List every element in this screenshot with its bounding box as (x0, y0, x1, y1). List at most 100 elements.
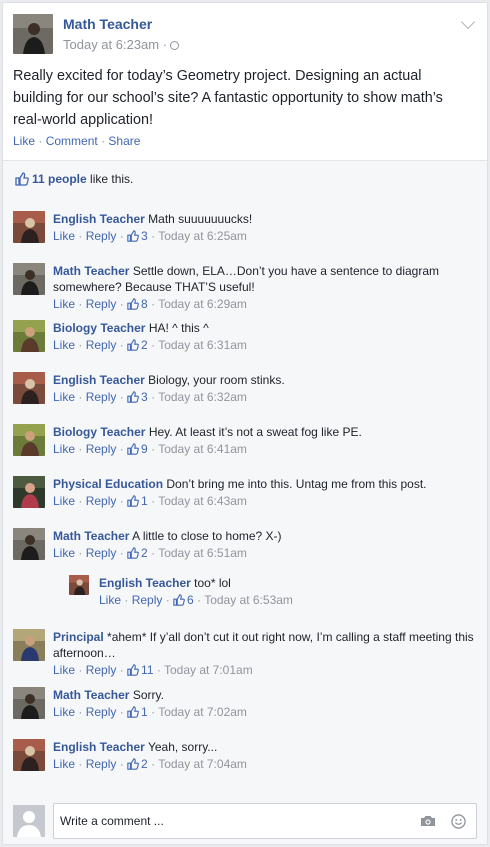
comment-like-button[interactable]: Like (53, 297, 75, 311)
comment-reply-button[interactable]: Reply (86, 442, 117, 456)
likes-count[interactable]: 11 people (32, 172, 87, 186)
post-time-text: Today at 6:23am · (63, 37, 168, 52)
commenter-name[interactable]: English Teacher (53, 212, 145, 226)
comment-likes[interactable]: 2 (127, 338, 148, 352)
comment-content: Principal *ahem* If y’all don’t cut it o… (53, 629, 477, 661)
comment-likes[interactable]: 3 (127, 390, 148, 404)
comment-like-count: 8 (141, 297, 148, 311)
comment-like-button[interactable]: Like (53, 546, 75, 560)
comment-likes[interactable]: 9 (127, 442, 148, 456)
post-timestamp[interactable]: Today at 6:23am · (63, 37, 180, 52)
like-button[interactable]: Like (13, 134, 35, 148)
comment-likes[interactable]: 1 (127, 705, 148, 719)
commenter-avatar[interactable] (13, 211, 45, 243)
comment-like-button[interactable]: Like (53, 229, 75, 243)
commenter-name[interactable]: Biology Teacher (53, 425, 145, 439)
commenter-name[interactable]: Biology Teacher (53, 321, 145, 335)
thumbs-up-icon (127, 298, 139, 310)
comment-like-button[interactable]: Like (53, 494, 75, 508)
commenter-name[interactable]: English Teacher (99, 576, 191, 590)
comment-reply-button[interactable]: Reply (86, 705, 117, 719)
comment-time[interactable]: Today at 7:01am (164, 663, 253, 677)
share-button[interactable]: Share (108, 134, 140, 148)
comment-like-button[interactable]: Like (99, 593, 121, 607)
comment-likes[interactable]: 6 (173, 593, 194, 607)
comment-reply-button[interactable]: Reply (86, 757, 117, 771)
comment-time[interactable]: Today at 7:04am (158, 757, 247, 771)
comment-time[interactable]: Today at 6:53am (204, 593, 293, 607)
thumbs-up-icon (127, 758, 139, 770)
comment-button[interactable]: Comment (46, 134, 98, 148)
comment-time[interactable]: Today at 7:02am (158, 705, 247, 719)
commenter-avatar[interactable] (69, 575, 89, 595)
post-author-avatar[interactable] (13, 14, 53, 54)
comment-input[interactable]: Write a comment ... (53, 803, 477, 839)
comment-time[interactable]: Today at 6:31am (158, 338, 247, 352)
comment-reply-button[interactable]: Reply (86, 663, 117, 677)
commenter-name[interactable]: Math Teacher (53, 688, 129, 702)
commenter-avatar[interactable] (13, 739, 45, 771)
comment-time[interactable]: Today at 6:43am (158, 494, 247, 508)
comment-likes[interactable]: 8 (127, 297, 148, 311)
comment-time[interactable]: Today at 6:41am (158, 442, 247, 456)
comment-like-button[interactable]: Like (53, 663, 75, 677)
comment-text: *ahem* If y’all don’t cut it out right n… (53, 630, 474, 660)
smiley-icon[interactable] (451, 814, 466, 829)
comment-like-button[interactable]: Like (53, 757, 75, 771)
comment-likes[interactable]: 1 (127, 494, 148, 508)
separator: · (38, 134, 46, 148)
commenter-avatar[interactable] (13, 528, 45, 560)
comment-reply-button[interactable]: Reply (86, 338, 117, 352)
comment-like-count: 2 (141, 338, 148, 352)
comment-body: Biology Teacher Hey. At least it’s not a… (53, 424, 477, 458)
commenter-name[interactable]: Physical Education (53, 477, 163, 491)
likes-line: 11 people like this. (15, 172, 133, 186)
comment-text: too* lol (194, 576, 231, 590)
comment-time[interactable]: Today at 6:32am (158, 390, 247, 404)
commenter-avatar[interactable] (13, 424, 45, 456)
comment-reply-button[interactable]: Reply (86, 229, 117, 243)
comment-likes[interactable]: 3 (127, 229, 148, 243)
commenter-name[interactable]: Principal (53, 630, 104, 644)
commenter-name[interactable]: English Teacher (53, 373, 145, 387)
comment-reply-button[interactable]: Reply (86, 494, 117, 508)
comment-likes[interactable]: 11 (127, 663, 154, 677)
comment-reply-button[interactable]: Reply (86, 546, 117, 560)
comment-like-button[interactable]: Like (53, 390, 75, 404)
commenter-name[interactable]: Math Teacher (53, 529, 129, 543)
camera-icon[interactable] (420, 815, 436, 827)
comment-likes[interactable]: 2 (127, 546, 148, 560)
commenter-avatar[interactable] (13, 372, 45, 404)
comment-text: A little to close to home? X-) (132, 529, 282, 543)
comment-body: Math Teacher Sorry. Like · Reply · 1 · T… (53, 687, 477, 721)
thumbs-up-icon (127, 443, 139, 455)
comment-like-count: 6 (187, 593, 194, 607)
comment-likes[interactable]: 2 (127, 757, 148, 771)
comment-time[interactable]: Today at 6:51am (158, 546, 247, 560)
commenter-avatar[interactable] (13, 687, 45, 719)
commenter-avatar[interactable] (13, 629, 45, 661)
comment-body: Biology Teacher HA! ^ this ^ Like · Repl… (53, 320, 477, 354)
thumbs-up-icon (127, 664, 139, 676)
comment-reply-button[interactable]: Reply (132, 593, 163, 607)
comment-like-button[interactable]: Like (53, 705, 75, 719)
comment-text: Biology, your room stinks. (148, 373, 285, 387)
thumbs-up-icon (127, 391, 139, 403)
comment-reply-button[interactable]: Reply (86, 390, 117, 404)
commenter-avatar[interactable] (13, 263, 45, 295)
comment-meta: Like · Reply · 9 · Today at 6:41am (53, 442, 247, 456)
comment-like-button[interactable]: Like (53, 338, 75, 352)
comment-like-button[interactable]: Like (53, 442, 75, 456)
thumbs-up-icon (15, 172, 29, 186)
commenter-name[interactable]: English Teacher (53, 740, 145, 754)
comment-time[interactable]: Today at 6:29am (158, 297, 247, 311)
commenter-avatar[interactable] (13, 320, 45, 352)
commenter-avatar[interactable] (13, 476, 45, 508)
commenter-name[interactable]: Math Teacher (53, 264, 129, 278)
post-actions: Like · Comment · Share (13, 134, 140, 148)
chevron-down-icon[interactable] (460, 14, 476, 30)
comment-reply-button[interactable]: Reply (86, 297, 117, 311)
comment-time[interactable]: Today at 6:25am (158, 229, 247, 243)
default-avatar (13, 805, 45, 837)
post-author-name[interactable]: Math Teacher (63, 16, 152, 32)
